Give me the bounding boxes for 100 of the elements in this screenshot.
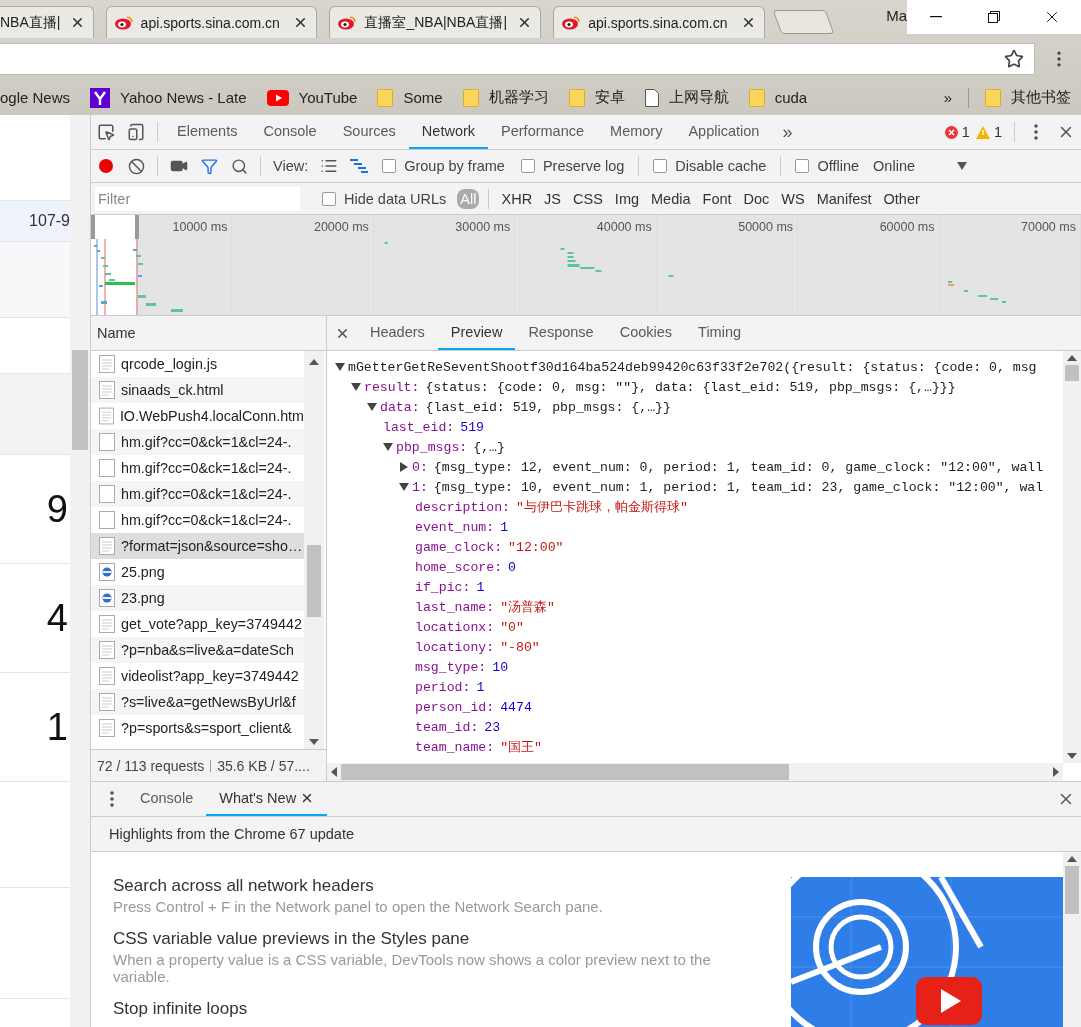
request-row[interactable]: ?format=json&source=sho… — [91, 533, 304, 559]
bookmark[interactable]: 其他书签 — [975, 83, 1081, 112]
expanded-triangle-icon[interactable] — [383, 442, 393, 452]
bookmark[interactable]: YouTube — [256, 83, 368, 112]
type-filter[interactable]: Other — [880, 188, 923, 209]
cursor-icon — [97, 123, 115, 141]
more-panels-button[interactable]: » — [772, 121, 803, 143]
throttling-select[interactable]: Online — [867, 158, 921, 174]
request-row[interactable]: hm.gif?cc=0&ck=1&cl=24-. — [91, 481, 304, 507]
bookmark[interactable]: 上网导航 — [634, 83, 739, 112]
feature-title[interactable]: Search across all network headers — [113, 876, 771, 896]
request-row[interactable]: sinaads_ck.html — [91, 377, 304, 403]
bookmark[interactable]: cuda — [738, 83, 818, 112]
bookmark[interactable]: 安卓 — [558, 83, 635, 112]
bookmark[interactable]: Some — [367, 83, 453, 112]
panel-tab[interactable]: Memory — [597, 115, 676, 149]
filter-field[interactable]: Filter — [95, 186, 300, 211]
json-value: "12:00" — [508, 539, 564, 555]
json-key: if_pic: — [415, 579, 471, 595]
document-icon — [99, 615, 115, 633]
scroll-up-icon[interactable] — [1067, 355, 1077, 361]
request-row[interactable]: hm.gif?cc=0&ck=1&cl=24-. — [91, 429, 304, 455]
checkbox-label[interactable]: Offline — [787, 158, 868, 174]
json-value: "与伊巴卡跳球，帕金斯得球" — [515, 499, 688, 516]
time-tick: 70000 ms — [1021, 220, 1076, 236]
panel-tab[interactable]: Console — [250, 115, 330, 149]
type-filter[interactable]: Font — [699, 188, 735, 209]
address-field[interactable] — [0, 43, 1035, 75]
json-key: last_eid: — [383, 419, 455, 435]
browser-tab[interactable]: 直播室_NBA|NBA直播| — [329, 6, 542, 38]
scroll-down-icon[interactable] — [309, 739, 319, 745]
panel-tab[interactable]: Sources — [329, 115, 409, 149]
bookmark[interactable]: ogle News — [0, 83, 81, 112]
search-icon — [230, 157, 248, 175]
panel-tab[interactable]: Application — [675, 115, 773, 149]
bookmark[interactable]: Yahoo News - Late — [80, 83, 257, 112]
scroll-up-icon[interactable] — [309, 359, 319, 365]
view-label: View: — [272, 158, 310, 174]
type-filter[interactable]: Doc — [740, 188, 773, 209]
time-tick: 60000 ms — [879, 220, 935, 236]
checkbox[interactable] — [382, 159, 397, 173]
expanded-triangle-icon[interactable] — [399, 482, 409, 492]
warning-count: 1 — [975, 124, 1002, 140]
document-icon — [99, 641, 115, 659]
time-tick: 50000 ms — [738, 220, 794, 236]
scroll-thumb[interactable] — [1065, 365, 1079, 381]
transfer-size: 35.6 KB / 57.... — [217, 757, 310, 774]
detail-tab[interactable]: Timing — [685, 316, 755, 350]
scroll-thumb[interactable] — [341, 764, 789, 780]
feature-title[interactable]: CSS variable value previews in the Styles pane — [113, 929, 771, 949]
detail-tab[interactable]: Cookies — [606, 316, 686, 350]
checkbox[interactable] — [653, 159, 668, 173]
request-row[interactable]: ?s=live&a=getNewsByUrl&f — [91, 689, 304, 715]
dropdown-icon[interactable] — [957, 162, 967, 170]
browser-tab[interactable]: api.sports.sina.com.cn — [105, 6, 318, 38]
checkbox[interactable] — [795, 159, 810, 173]
close-icon[interactable] — [741, 15, 756, 30]
detail-tab[interactable]: Headers — [357, 316, 438, 350]
checkbox[interactable] — [322, 191, 336, 206]
detail-tab[interactable]: Response — [515, 316, 607, 350]
panel-tab[interactable]: Elements — [164, 115, 251, 149]
more-bookmarks-button[interactable]: » — [933, 89, 962, 106]
request-row[interactable]: 23.png — [91, 585, 304, 611]
folder-icon — [985, 88, 1001, 107]
checkbox-label[interactable]: Disable cache — [645, 158, 775, 174]
scroll-right-icon[interactable] — [1053, 767, 1059, 777]
collapsed-triangle-icon[interactable] — [399, 462, 409, 472]
scroll-thumb[interactable] — [1065, 866, 1079, 914]
json-key: home_score: — [415, 559, 503, 575]
bookmark[interactable]: 机器学习 — [452, 83, 559, 112]
option-label: Hide data URLs — [344, 190, 447, 207]
panel-tab[interactable]: Performance — [488, 115, 598, 149]
json-key: msg_type: — [415, 659, 487, 675]
type-filter[interactable]: Media — [648, 188, 694, 209]
feature-title[interactable]: Stop infinite loops — [113, 999, 771, 1019]
type-filter[interactable]: CSS — [570, 188, 606, 209]
checkbox-label[interactable]: Preserve log — [512, 158, 633, 174]
scroll-up-icon[interactable] — [1067, 856, 1077, 862]
scroll-left-icon[interactable] — [331, 767, 337, 777]
checkbox-label[interactable]: Hide data URLs — [314, 190, 455, 207]
request-row[interactable]: ?p=nba&s=live&a=dateSch — [91, 637, 304, 663]
blank-file-icon — [99, 485, 115, 503]
star-icon[interactable] — [1004, 49, 1024, 69]
type-filter[interactable]: WS — [778, 188, 808, 209]
detail-tab[interactable]: Preview — [437, 316, 516, 350]
type-filter[interactable]: Manifest — [813, 188, 875, 209]
browser-tab[interactable]: NBA直播| — [0, 6, 94, 38]
json-key: period: — [415, 679, 471, 695]
drawer-tab[interactable]: Console — [127, 782, 207, 816]
checkbox-label[interactable]: Group by frame — [374, 158, 513, 174]
type-filter[interactable]: XHR — [498, 188, 536, 209]
document-icon — [99, 407, 114, 425]
scroll-down-icon[interactable] — [1067, 753, 1077, 759]
page-icon — [644, 88, 659, 107]
type-filter[interactable]: Img — [611, 188, 643, 209]
scroll-thumb[interactable] — [307, 545, 321, 617]
checkbox[interactable] — [520, 159, 535, 173]
time-tick: 20000 ms — [313, 220, 369, 236]
type-filter[interactable]: JS — [541, 188, 565, 209]
browser-tab[interactable]: api.sports.sina.com.cn — [553, 6, 765, 38]
